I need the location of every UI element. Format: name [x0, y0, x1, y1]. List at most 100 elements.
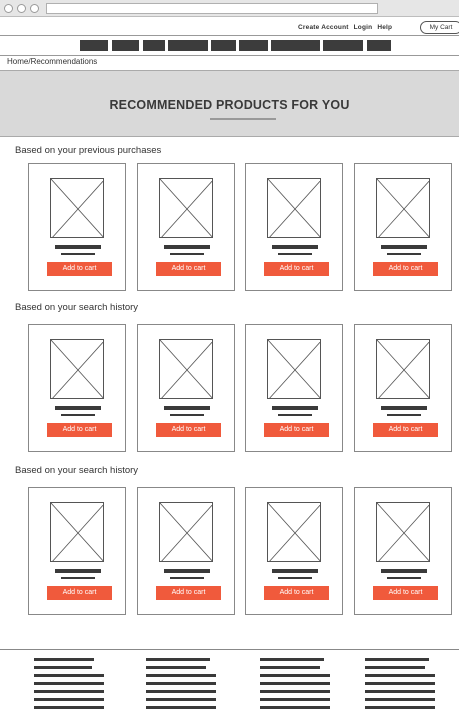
product-name-placeholder — [381, 569, 427, 573]
add-to-cart-button[interactable]: Add to cart — [47, 423, 112, 437]
my-cart-button[interactable]: My Cart — [420, 21, 459, 34]
image-placeholder-icon[interactable] — [159, 502, 213, 562]
product-name-placeholder — [55, 406, 101, 410]
nav-item[interactable] — [367, 40, 391, 51]
image-placeholder-icon[interactable] — [50, 178, 104, 238]
footer-link-placeholder[interactable] — [34, 658, 94, 661]
product-card[interactable]: Add to cart — [245, 163, 343, 291]
nav-item[interactable] — [211, 40, 236, 51]
product-name-placeholder — [272, 406, 318, 410]
footer-link-placeholder[interactable] — [34, 674, 104, 677]
nav-item[interactable] — [323, 40, 363, 51]
product-price-placeholder — [170, 577, 204, 579]
footer-link-placeholder[interactable] — [365, 666, 425, 669]
login-link[interactable]: Login — [354, 24, 373, 31]
product-card[interactable]: Add to cart — [354, 487, 452, 615]
product-card[interactable]: Add to cart — [245, 487, 343, 615]
account-links: Create Account Login Help — [298, 24, 395, 31]
product-price-placeholder — [170, 414, 204, 416]
add-to-cart-button[interactable]: Add to cart — [264, 423, 329, 437]
footer-link-placeholder[interactable] — [34, 698, 104, 701]
product-price-placeholder — [387, 253, 421, 255]
image-placeholder-icon[interactable] — [159, 339, 213, 399]
product-name-placeholder — [164, 406, 210, 410]
footer-link-placeholder[interactable] — [365, 658, 429, 661]
footer-link-placeholder[interactable] — [146, 698, 216, 701]
add-to-cart-button[interactable]: Add to cart — [47, 586, 112, 600]
footer-link-placeholder[interactable] — [146, 690, 216, 693]
image-placeholder-icon[interactable] — [50, 502, 104, 562]
footer-link-placeholder[interactable] — [34, 706, 104, 709]
footer-link-placeholder[interactable] — [146, 666, 206, 669]
footer-link-placeholder[interactable] — [260, 706, 330, 709]
footer-link-placeholder[interactable] — [260, 690, 330, 693]
section-title: Based on your search history — [15, 465, 139, 476]
footer-link-placeholder[interactable] — [146, 674, 216, 677]
add-to-cart-button[interactable]: Add to cart — [373, 262, 438, 276]
nav-item[interactable] — [271, 40, 320, 51]
header-divider — [0, 35, 459, 36]
product-card[interactable]: Add to cart — [28, 324, 126, 452]
image-placeholder-icon[interactable] — [267, 502, 321, 562]
section-title: Based on your search history — [15, 302, 139, 313]
product-price-placeholder — [61, 253, 95, 255]
product-card[interactable]: Add to cart — [28, 163, 126, 291]
product-name-placeholder — [55, 245, 101, 249]
footer-link-placeholder[interactable] — [34, 666, 92, 669]
image-placeholder-icon[interactable] — [159, 178, 213, 238]
footer-link-placeholder[interactable] — [146, 706, 216, 709]
add-to-cart-button[interactable]: Add to cart — [156, 586, 221, 600]
footer-link-placeholder[interactable] — [260, 666, 320, 669]
window-minimize-icon[interactable] — [17, 4, 26, 13]
nav-item[interactable] — [168, 40, 208, 51]
product-card[interactable]: Add to cart — [137, 163, 235, 291]
window-close-icon[interactable] — [4, 4, 13, 13]
footer-link-placeholder[interactable] — [34, 690, 104, 693]
add-to-cart-button[interactable]: Add to cart — [156, 423, 221, 437]
add-to-cart-button[interactable]: Add to cart — [264, 262, 329, 276]
product-card[interactable]: Add to cart — [137, 324, 235, 452]
footer-link-placeholder[interactable] — [146, 658, 210, 661]
window-maximize-icon[interactable] — [30, 4, 39, 13]
footer-link-placeholder[interactable] — [260, 682, 330, 685]
product-price-placeholder — [387, 414, 421, 416]
product-price-placeholder — [278, 577, 312, 579]
breadcrumb[interactable]: Home/Recommendations — [7, 57, 97, 66]
image-placeholder-icon[interactable] — [376, 339, 430, 399]
add-to-cart-button[interactable]: Add to cart — [156, 262, 221, 276]
footer-link-placeholder[interactable] — [34, 682, 104, 685]
image-placeholder-icon[interactable] — [267, 178, 321, 238]
product-card[interactable]: Add to cart — [245, 324, 343, 452]
image-placeholder-icon[interactable] — [267, 339, 321, 399]
product-price-placeholder — [278, 253, 312, 255]
address-bar[interactable] — [46, 3, 378, 14]
footer-link-placeholder[interactable] — [365, 690, 435, 693]
footer-link-placeholder[interactable] — [260, 698, 330, 701]
create-account-link[interactable]: Create Account — [298, 24, 349, 31]
nav-item[interactable] — [143, 40, 165, 51]
nav-item[interactable] — [112, 40, 139, 51]
footer-link-placeholder[interactable] — [365, 698, 435, 701]
help-link[interactable]: Help — [377, 24, 392, 31]
add-to-cart-button[interactable]: Add to cart — [264, 586, 329, 600]
image-placeholder-icon[interactable] — [50, 339, 104, 399]
product-card[interactable]: Add to cart — [354, 163, 452, 291]
footer-link-placeholder[interactable] — [260, 674, 330, 677]
product-price-placeholder — [61, 414, 95, 416]
nav-item[interactable] — [239, 40, 268, 51]
footer-link-placeholder[interactable] — [365, 682, 435, 685]
product-card[interactable]: Add to cart — [137, 487, 235, 615]
footer-link-placeholder[interactable] — [365, 706, 435, 709]
nav-item[interactable] — [80, 40, 108, 51]
add-to-cart-button[interactable]: Add to cart — [47, 262, 112, 276]
footer-link-placeholder[interactable] — [365, 674, 435, 677]
image-placeholder-icon[interactable] — [376, 502, 430, 562]
add-to-cart-button[interactable]: Add to cart — [373, 423, 438, 437]
add-to-cart-button[interactable]: Add to cart — [373, 586, 438, 600]
footer-link-placeholder[interactable] — [260, 658, 324, 661]
image-placeholder-icon[interactable] — [376, 178, 430, 238]
product-card[interactable]: Add to cart — [28, 487, 126, 615]
product-name-placeholder — [381, 245, 427, 249]
product-card[interactable]: Add to cart — [354, 324, 452, 452]
footer-link-placeholder[interactable] — [146, 682, 216, 685]
